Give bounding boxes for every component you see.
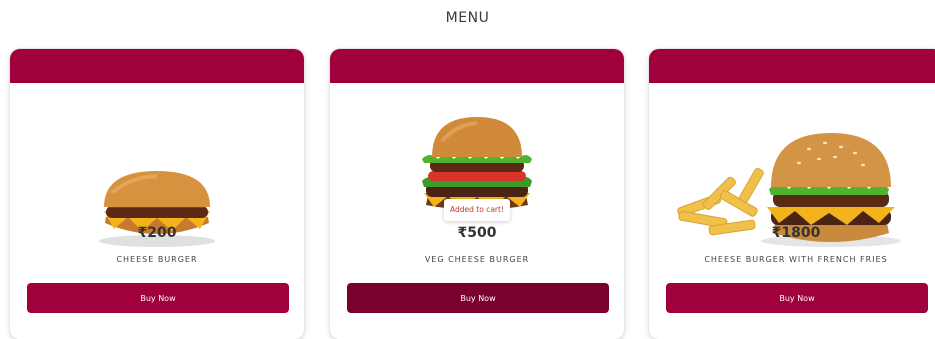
product-price: ₹1800	[771, 225, 821, 241]
buy-now-button[interactable]: Buy Now	[666, 283, 928, 313]
card-header	[10, 49, 304, 83]
card-header	[330, 49, 624, 83]
product-price: ₹200	[137, 225, 177, 241]
product-name: VEG CHEESE BURGER	[424, 255, 530, 264]
card-header	[649, 49, 935, 83]
menu-title: MENU	[445, 10, 490, 26]
product-price: ₹500	[457, 225, 497, 241]
product-card-cheese-burger-with-fries: ₹1800 CHEESE BURGER WITH FRENCH FRIES Bu…	[649, 49, 935, 339]
buy-now-button[interactable]: Buy Now	[347, 283, 609, 313]
product-name: CHEESE BURGER	[116, 255, 198, 264]
buy-now-button[interactable]: Buy Now	[27, 283, 289, 313]
product-card-veg-cheese-burger: Added to cart! ₹500 VEG CHEESE BURGER Bu…	[330, 49, 624, 339]
product-card-cheese-burger: ₹200 CHEESE BURGER Buy Now	[10, 49, 304, 339]
product-name: CHEESE BURGER WITH FRENCH FRIES	[704, 255, 888, 264]
added-to-cart-toast: Added to cart!	[444, 199, 510, 221]
